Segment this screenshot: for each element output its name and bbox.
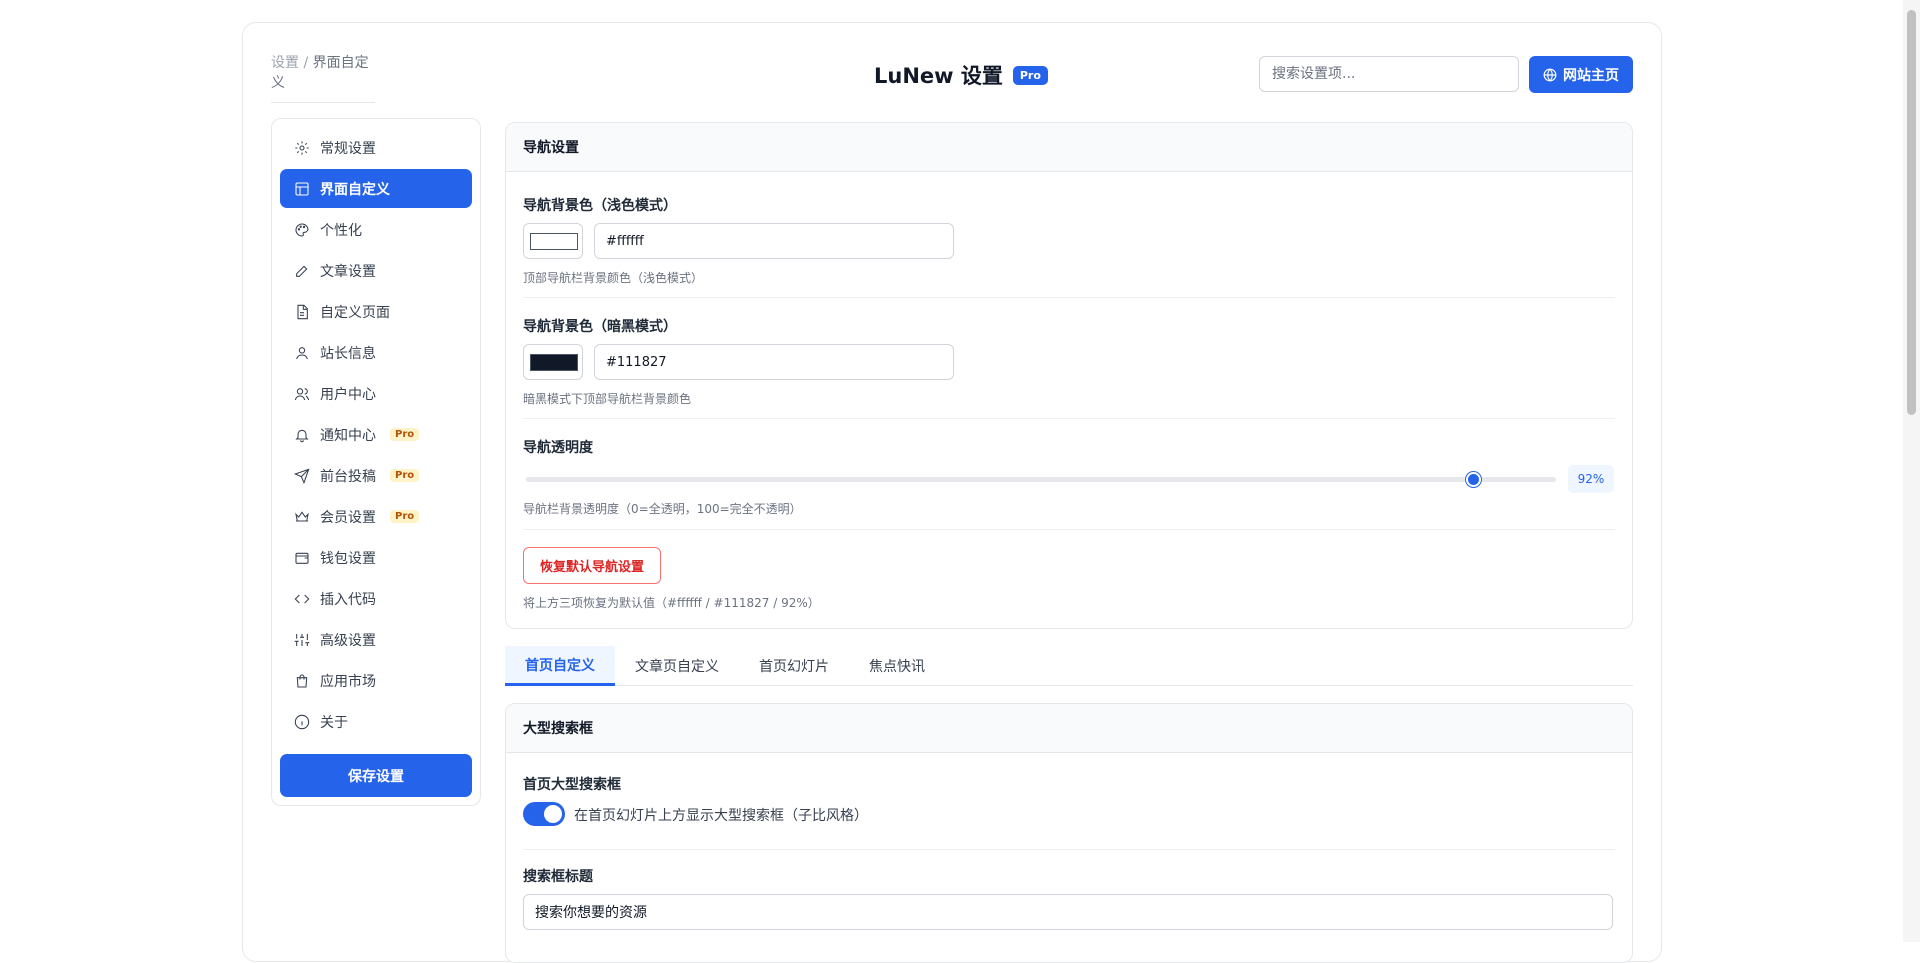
sidebar-item[interactable]: 站长信息 bbox=[280, 333, 472, 372]
sidebar-item[interactable]: 界面自定义 bbox=[280, 169, 472, 208]
opacity-slider-track[interactable] bbox=[526, 477, 1556, 482]
send-icon bbox=[294, 467, 310, 484]
search-title-label: 搜索框标题 bbox=[523, 869, 593, 885]
divider bbox=[523, 418, 1615, 419]
sliders-icon bbox=[294, 633, 310, 646]
shopping-bag-icon bbox=[296, 673, 308, 688]
sidebar-nav: 常规设置 界面自定义 个性化 文章设置 自定义页面 站长信息 用户中心 通知中心 Pro 前台投稿… bbox=[280, 128, 472, 741]
sidebar-item-label: 钱包设置 bbox=[320, 550, 376, 567]
light-bg-input[interactable] bbox=[594, 223, 954, 259]
sidebar-item[interactable]: 自定义页面 bbox=[280, 292, 472, 331]
sidebar-item-label: 自定义页面 bbox=[320, 304, 390, 321]
light-bg-label: 导航背景色（浅色模式） bbox=[523, 198, 677, 214]
settings-search-input[interactable] bbox=[1259, 56, 1519, 92]
opacity-value: 92% bbox=[1568, 465, 1614, 493]
sidebar-item[interactable]: 常规设置 bbox=[280, 128, 472, 167]
pro-badge: Pro bbox=[390, 469, 420, 482]
pro-badge: Pro bbox=[1012, 65, 1048, 85]
large-search-toggle-desc: 在首页幻灯片上方显示大型搜索框（子比风格） bbox=[574, 808, 868, 824]
code-icon bbox=[294, 594, 310, 603]
website-home-button[interactable]: 网站主页 bbox=[1529, 56, 1633, 93]
layout-icon bbox=[295, 181, 309, 196]
toggle-knob bbox=[544, 805, 562, 823]
sidebar-item-label: 会员设置 bbox=[320, 509, 376, 526]
website-home-label: 网站主页 bbox=[1563, 67, 1619, 84]
gear-icon bbox=[295, 140, 309, 155]
sidebar-item-label: 常规设置 bbox=[320, 140, 376, 157]
globe-icon bbox=[1543, 68, 1557, 81]
nav-settings-title: 导航设置 bbox=[506, 123, 1632, 172]
light-bg-swatch bbox=[530, 233, 578, 250]
sidebar-item[interactable]: 前台投稿 Pro bbox=[280, 456, 472, 495]
info-icon bbox=[294, 714, 310, 729]
large-search-toggle-label: 首页大型搜索框 bbox=[523, 777, 621, 793]
tab[interactable]: 文章页自定义 bbox=[615, 646, 739, 686]
large-search-panel: 大型搜索框 首页大型搜索框 在首页幻灯片上方显示大型搜索框（子比风格） 搜索框标… bbox=[505, 703, 1633, 963]
divider bbox=[523, 297, 1615, 298]
settings-sidebar: 常规设置 界面自定义 个性化 文章设置 自定义页面 站长信息 用户中心 通知中心 Pro 前台投稿… bbox=[271, 118, 481, 806]
sidebar-item[interactable]: 会员设置 Pro bbox=[280, 497, 472, 536]
palette-icon bbox=[295, 222, 309, 237]
dark-bg-help: 暗黑模式下顶部导航栏背景颜色 bbox=[523, 392, 692, 406]
pro-badge: Pro bbox=[390, 428, 420, 441]
sidebar-item-label: 个性化 bbox=[320, 222, 362, 239]
tab[interactable]: 首页自定义 bbox=[505, 646, 615, 686]
sidebar-item[interactable]: 应用市场 bbox=[280, 661, 472, 700]
nav-settings-panel: 导航设置 导航背景色（浅色模式） 顶部导航栏背景颜色（浅色模式） 导航背景色（暗… bbox=[505, 122, 1633, 629]
sidebar-item-label: 前台投稿 bbox=[320, 468, 376, 485]
sidebar-item-label: 文章设置 bbox=[320, 263, 376, 280]
sidebar-item[interactable]: 文章设置 bbox=[280, 251, 472, 290]
customize-tabs: 首页自定义 文章页自定义 首页幻灯片 焦点快讯 bbox=[505, 646, 1633, 686]
tab[interactable]: 首页幻灯片 bbox=[739, 646, 849, 686]
bell-icon bbox=[295, 429, 309, 442]
crown-icon bbox=[295, 510, 309, 522]
dark-bg-color-picker[interactable] bbox=[523, 344, 583, 380]
divider bbox=[523, 849, 1615, 850]
file-icon bbox=[297, 304, 308, 319]
user-icon bbox=[296, 346, 308, 359]
sidebar-item-label: 高级设置 bbox=[320, 632, 376, 649]
opacity-slider-thumb[interactable] bbox=[1466, 472, 1482, 487]
sidebar-item-label: 关于 bbox=[320, 714, 348, 731]
dark-bg-label: 导航背景色（暗黑模式） bbox=[523, 319, 677, 335]
opacity-label: 导航透明度 bbox=[523, 440, 593, 456]
sidebar-item-label: 通知中心 bbox=[320, 427, 376, 444]
light-bg-color-picker[interactable] bbox=[523, 223, 583, 259]
sidebar-item[interactable]: 插入代码 bbox=[280, 579, 472, 618]
sidebar-item-label: 界面自定义 bbox=[320, 181, 390, 198]
page-scrollbar[interactable] bbox=[1903, 0, 1920, 942]
large-search-toggle[interactable] bbox=[523, 802, 565, 826]
pro-badge: Pro bbox=[390, 510, 420, 523]
sidebar-item-label: 应用市场 bbox=[320, 673, 376, 690]
breadcrumb: 设置 / 界面自定义 bbox=[271, 52, 375, 103]
wallet-icon bbox=[295, 552, 309, 564]
sidebar-item-label: 用户中心 bbox=[320, 386, 376, 403]
pencil-icon bbox=[296, 265, 308, 277]
dark-bg-swatch bbox=[530, 354, 578, 371]
page-title-group: LuNew 设置 Pro bbox=[874, 60, 1048, 90]
sidebar-item[interactable]: 个性化 bbox=[280, 210, 472, 249]
sidebar-item[interactable]: 用户中心 bbox=[280, 374, 472, 413]
dark-bg-input[interactable] bbox=[594, 344, 954, 380]
tab[interactable]: 焦点快讯 bbox=[849, 646, 945, 686]
reset-nav-settings-button[interactable]: 恢复默认导航设置 bbox=[523, 547, 662, 584]
sidebar-item[interactable]: 高级设置 bbox=[280, 620, 472, 659]
sidebar-item[interactable]: 钱包设置 bbox=[280, 538, 472, 577]
search-title-input[interactable] bbox=[523, 894, 1613, 930]
opacity-help: 导航栏背景透明度（0=全透明，100=完全不透明） bbox=[523, 502, 802, 516]
breadcrumb-root[interactable]: 设置 bbox=[271, 55, 299, 71]
light-bg-help: 顶部导航栏背景颜色（浅色模式） bbox=[523, 271, 704, 285]
sidebar-item-label: 站长信息 bbox=[320, 345, 376, 362]
divider bbox=[523, 529, 1615, 530]
breadcrumb-separator: / bbox=[299, 55, 313, 71]
scrollbar-thumb[interactable] bbox=[1907, 10, 1916, 415]
sidebar-item-label: 插入代码 bbox=[320, 591, 376, 608]
sidebar-item[interactable]: 关于 bbox=[280, 702, 472, 741]
save-settings-button[interactable]: 保存设置 bbox=[280, 754, 472, 797]
page-title: LuNew 设置 bbox=[874, 64, 1003, 88]
reset-help: 将上方三项恢复为默认值（#ffffff / #111827 / 92%） bbox=[523, 596, 820, 610]
users-icon bbox=[294, 387, 310, 400]
large-search-title: 大型搜索框 bbox=[506, 704, 1632, 753]
sidebar-item[interactable]: 通知中心 Pro bbox=[280, 415, 472, 454]
